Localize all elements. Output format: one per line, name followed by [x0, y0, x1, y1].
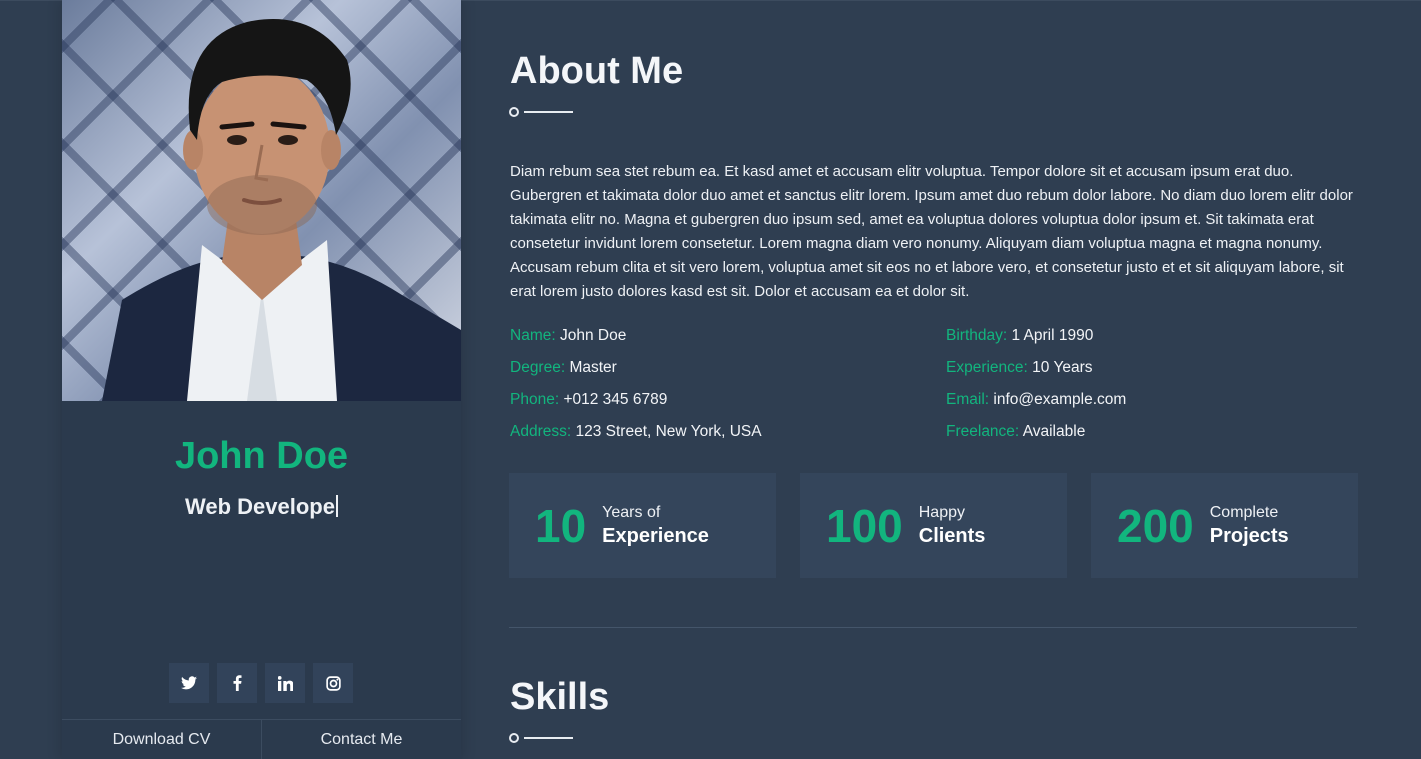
info-value: 123 Street, New York, USA	[575, 423, 762, 440]
typing-caret	[335, 495, 338, 517]
twitter-button[interactable]	[169, 663, 209, 703]
linkedin-icon	[277, 675, 293, 691]
instagram-icon	[325, 675, 341, 691]
linkedin-button[interactable]	[265, 663, 305, 703]
info-email: Email: info@example.com	[946, 388, 1360, 412]
stat-caption: Years of Experience	[602, 503, 709, 549]
personal-info: Name: John Doe Birthday: 1 April 1990 De…	[510, 324, 1360, 444]
divider-line	[524, 737, 573, 739]
stats-row: 10 Years of Experience 100 Happy Clients…	[509, 473, 1358, 578]
profile-role-text: Web Develope	[185, 494, 335, 519]
stat-card-experience: 10 Years of Experience	[509, 473, 776, 578]
stat-caption: Complete Projects	[1210, 503, 1289, 549]
profile-photo	[62, 0, 461, 401]
info-label: Birthday:	[946, 327, 1008, 344]
info-freelance: Freelance: Available	[946, 420, 1360, 444]
contact-me-button[interactable]: Contact Me	[261, 720, 461, 759]
profile-name: John Doe	[174, 435, 349, 477]
about-title-divider	[509, 107, 575, 117]
social-links	[169, 663, 353, 703]
info-address: Address: 123 Street, New York, USA	[510, 420, 946, 444]
stat-card-projects: 200 Complete Projects	[1091, 473, 1358, 578]
facebook-button[interactable]	[217, 663, 257, 703]
info-label: Phone:	[510, 391, 560, 408]
info-label: Freelance:	[946, 423, 1020, 440]
twitter-icon	[181, 676, 197, 690]
divider-line	[524, 111, 573, 113]
info-value: Available	[1022, 423, 1086, 440]
sidebar-actions: Download CV Contact Me	[62, 719, 461, 759]
info-label: Degree:	[510, 359, 566, 376]
stat-number: 200	[1117, 499, 1194, 552]
skills-title-divider	[509, 733, 575, 743]
divider-circle	[509, 107, 519, 117]
stat-small-label: Happy	[918, 503, 965, 521]
info-phone: Phone: +012 345 6789	[510, 388, 946, 412]
stat-small-label: Years of	[602, 503, 661, 521]
about-title: About Me	[510, 50, 684, 92]
info-label: Experience:	[946, 359, 1028, 376]
profile-sidebar: John Doe Web Develope Download CV Contac…	[62, 0, 461, 759]
info-label: Name:	[510, 327, 556, 344]
info-degree: Degree: Master	[510, 356, 946, 380]
stat-big-label: Experience	[602, 524, 709, 547]
info-value: +012 345 6789	[563, 391, 668, 408]
info-value: 10 Years	[1032, 359, 1093, 376]
divider-circle	[509, 733, 519, 743]
info-value: Master	[569, 359, 617, 376]
stat-big-label: Clients	[918, 524, 986, 547]
info-experience: Experience: 10 Years	[946, 356, 1360, 380]
skills-title: Skills	[510, 676, 610, 718]
info-label: Address:	[510, 423, 572, 440]
about-text: Diam rebum sea stet rebum ea. Et kasd am…	[510, 163, 1353, 300]
info-value: 1 April 1990	[1011, 327, 1094, 344]
stat-number: 100	[826, 499, 903, 552]
info-name: Name: John Doe	[510, 324, 946, 348]
stat-card-clients: 100 Happy Clients	[800, 473, 1067, 578]
stat-small-label: Complete	[1209, 503, 1279, 521]
info-label: Email:	[946, 391, 990, 408]
facebook-icon	[233, 675, 241, 691]
section-divider	[509, 627, 1357, 628]
profile-role: Web Develope	[62, 494, 461, 520]
stat-number: 10	[535, 499, 587, 552]
stat-caption: Happy Clients	[919, 503, 986, 549]
stat-big-label: Projects	[1209, 524, 1289, 547]
info-value[interactable]: info@example.com	[993, 391, 1126, 408]
download-cv-button[interactable]: Download CV	[62, 720, 261, 759]
info-birthday: Birthday: 1 April 1990	[946, 324, 1360, 348]
instagram-button[interactable]	[313, 663, 353, 703]
info-value: John Doe	[559, 327, 627, 344]
